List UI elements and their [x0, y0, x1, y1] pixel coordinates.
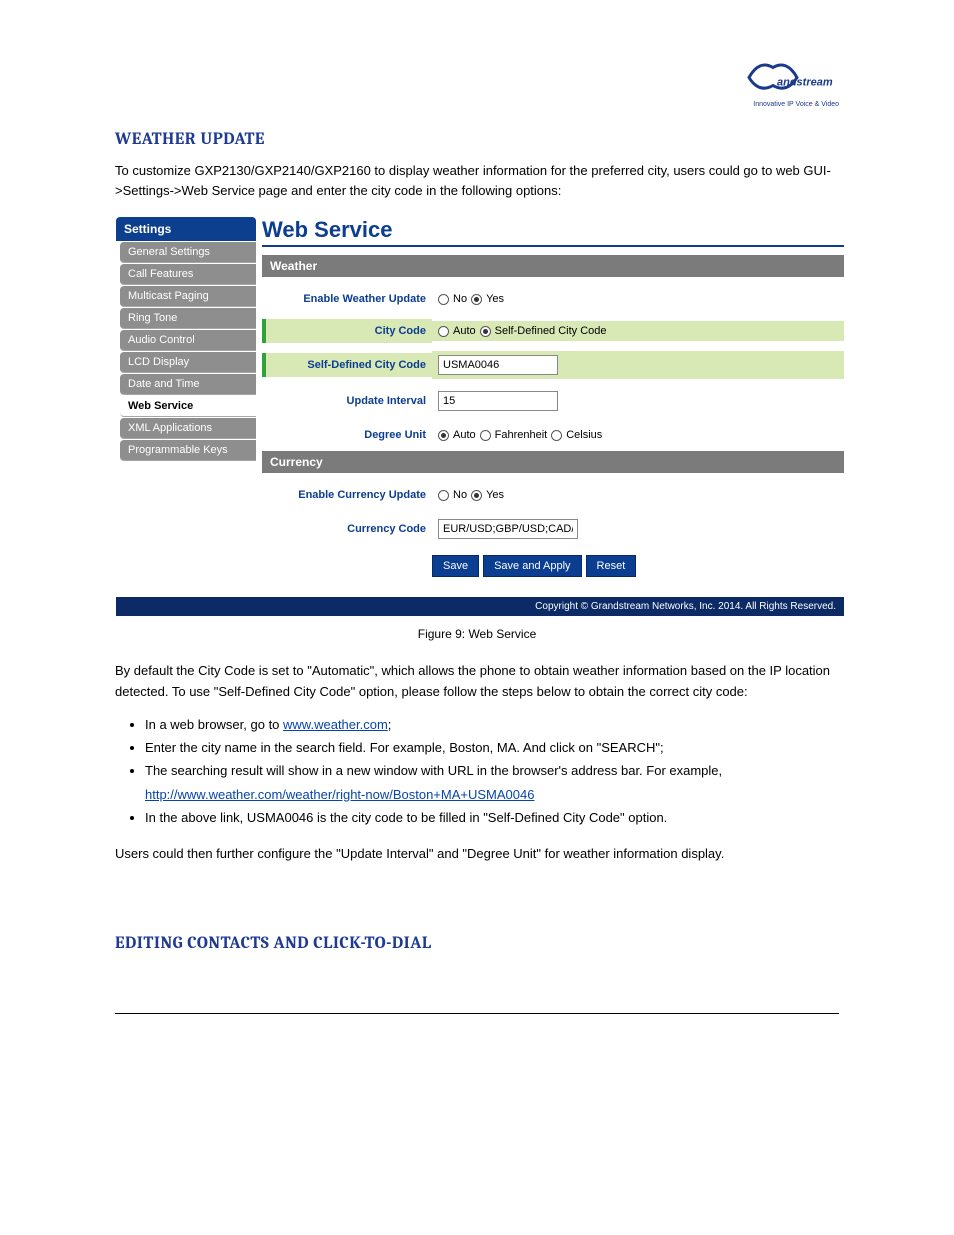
input-interval[interactable]: [438, 391, 558, 411]
weather-section-bar: Weather: [262, 255, 844, 277]
opt-yes: Yes: [486, 293, 504, 305]
brand-tagline: Innovative IP Voice & Video: [739, 101, 839, 108]
reset-button[interactable]: Reset: [586, 555, 637, 577]
sidebar-item-lcd[interactable]: LCD Display: [120, 352, 256, 373]
page-title: Web Service: [262, 217, 844, 247]
brand-logo: andstream Innovative IP Voice & Video: [739, 55, 839, 108]
li-post: ;: [388, 717, 392, 732]
lbl-interval: Update Interval: [270, 389, 432, 413]
radio-cur-yes[interactable]: [471, 490, 482, 501]
list-item: Enter the city name in the search field.…: [145, 736, 839, 759]
sidebar-item-callfeat[interactable]: Call Features: [120, 264, 256, 285]
list-item: In the above link, USMA0046 is the city …: [145, 806, 839, 829]
radio-deg-c[interactable]: [551, 430, 562, 441]
opt-deg-c: Celsius: [566, 429, 602, 441]
lbl-enable-currency: Enable Currency Update: [270, 483, 432, 507]
lbl-curcode: Currency Code: [270, 517, 432, 541]
opt-cur-yes: Yes: [486, 489, 504, 501]
post-list-paragraph: Users could then further configure the "…: [115, 844, 839, 865]
intro-paragraph: To customize GXP2130/GXP2140/GXP2160 to …: [115, 161, 839, 200]
ui-copyright: Copyright © Grandstream Networks, Inc. 2…: [116, 597, 844, 616]
li-pre: In a web browser, go to: [145, 717, 283, 732]
settings-sidebar: Settings General Settings Call Features …: [116, 217, 256, 577]
li-pre: Enter the city name in the search field.…: [145, 740, 664, 755]
instruction-list: In a web browser, go to www.weather.com;…: [145, 713, 839, 830]
lbl-selfcity: Self-Defined City Code: [270, 353, 432, 377]
li-pre: The searching result will show in a new …: [145, 763, 722, 778]
li-pre: In the above link, USMA0046 is the city …: [145, 810, 667, 825]
instructions-intro: By default the City Code is set to "Auto…: [115, 661, 839, 703]
section-heading-contacts: EDITING CONTACTS AND CLICK-TO-DIAL: [115, 934, 839, 953]
section-heading-weather: WEATHER UPDATE: [115, 130, 839, 149]
list-item: The searching result will show in a new …: [145, 759, 839, 806]
opt-deg-f: Fahrenheit: [495, 429, 548, 441]
lbl-degree: Degree Unit: [270, 423, 432, 447]
sidebar-item-xml[interactable]: XML Applications: [120, 418, 256, 439]
sidebar-item-ringtone[interactable]: Ring Tone: [120, 308, 256, 329]
radio-deg-auto[interactable]: [438, 430, 449, 441]
grandstream-logo-icon: andstream: [739, 55, 839, 100]
sidebar-item-webservice[interactable]: Web Service: [120, 396, 256, 417]
sidebar-item-audio[interactable]: Audio Control: [120, 330, 256, 351]
radio-citycode-self[interactable]: [480, 326, 491, 337]
opt-deg-auto: Auto: [453, 429, 476, 441]
webgui-screenshot: Settings General Settings Call Features …: [115, 216, 845, 617]
link-weather[interactable]: www.weather.com: [283, 717, 388, 732]
opt-cur-no: No: [453, 489, 467, 501]
radio-citycode-auto[interactable]: [438, 326, 449, 337]
list-item: In a web browser, go to www.weather.com;: [145, 713, 839, 736]
radio-weather-no[interactable]: [438, 294, 449, 305]
sidebar-header[interactable]: Settings: [116, 217, 256, 241]
sidebar-item-multicast[interactable]: Multicast Paging: [120, 286, 256, 307]
sidebar-item-general[interactable]: General Settings: [120, 242, 256, 263]
radio-cur-no[interactable]: [438, 490, 449, 501]
radio-deg-f[interactable]: [480, 430, 491, 441]
footer-divider: [115, 1013, 839, 1014]
save-button[interactable]: Save: [432, 555, 479, 577]
figure-caption: Figure 9: Web Service: [115, 627, 839, 641]
radio-weather-yes[interactable]: [471, 294, 482, 305]
input-selfcity[interactable]: [438, 355, 558, 375]
opt-no: No: [453, 293, 467, 305]
sidebar-item-datetime[interactable]: Date and Time: [120, 374, 256, 395]
link-weather-url[interactable]: http://www.weather.com/weather/right-now…: [145, 787, 534, 802]
sidebar-item-progkeys[interactable]: Programmable Keys: [120, 440, 256, 461]
lbl-citycode: City Code: [270, 319, 432, 343]
svg-text:andstream: andstream: [777, 77, 833, 89]
lbl-enable-weather: Enable Weather Update: [270, 287, 432, 311]
input-curcode[interactable]: [438, 519, 578, 539]
save-apply-button[interactable]: Save and Apply: [483, 555, 581, 577]
currency-section-bar: Currency: [262, 451, 844, 473]
opt-self: Self-Defined City Code: [495, 325, 607, 337]
opt-auto: Auto: [453, 325, 476, 337]
